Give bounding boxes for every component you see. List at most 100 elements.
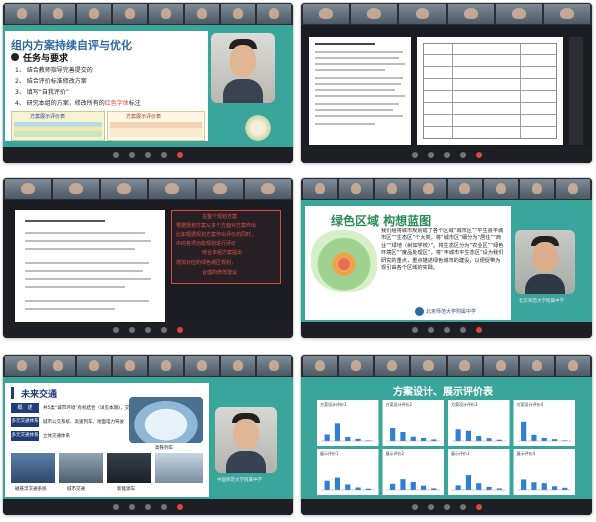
participant-thumbnail[interactable] <box>149 179 195 199</box>
participant-thumbnail[interactable] <box>185 356 219 376</box>
participant-thumbnail[interactable] <box>483 179 518 199</box>
participant-thumbnail[interactable] <box>519 356 554 376</box>
participant-thumbnail[interactable] <box>447 4 494 24</box>
participant-thumbnail-strip[interactable] <box>3 3 293 25</box>
participant-thumbnail[interactable] <box>303 4 350 24</box>
participant-thumbnail[interactable] <box>101 179 147 199</box>
mic-icon[interactable] <box>113 327 119 333</box>
participant-thumbnail[interactable] <box>5 4 39 24</box>
meeting-toolbar[interactable] <box>301 499 592 515</box>
camera-icon[interactable] <box>427 504 434 510</box>
share-icon[interactable] <box>443 152 450 158</box>
camera-icon[interactable] <box>427 327 434 333</box>
doc-text-line <box>315 77 403 79</box>
task-item-3: 3、 填写“自我评价” <box>15 89 69 96</box>
participant-thumbnail[interactable] <box>351 4 398 24</box>
participant-thumbnail[interactable] <box>113 356 147 376</box>
participant-thumbnail[interactable] <box>555 179 590 199</box>
participant-thumbnail[interactable] <box>339 356 374 376</box>
mic-icon[interactable] <box>411 152 418 158</box>
participant-thumbnail[interactable] <box>185 4 219 24</box>
doc-text-line <box>25 232 145 234</box>
participant-thumbnail[interactable] <box>375 356 410 376</box>
participant-thumbnail[interactable] <box>411 179 446 199</box>
participant-thumbnail[interactable] <box>77 4 111 24</box>
participant-thumbnail[interactable] <box>221 356 255 376</box>
participant-thumbnail[interactable] <box>41 356 75 376</box>
camera-icon[interactable] <box>129 152 135 158</box>
chat-icon[interactable] <box>161 327 167 333</box>
participant-thumbnail-strip[interactable] <box>301 355 592 377</box>
participant-thumbnail-strip[interactable] <box>301 178 592 200</box>
chat-icon[interactable] <box>459 504 466 510</box>
participant-thumbnail[interactable] <box>495 4 542 24</box>
participant-thumbnail[interactable] <box>303 356 338 376</box>
mic-icon[interactable] <box>113 504 119 510</box>
participant-thumbnail[interactable] <box>113 4 147 24</box>
chat-icon[interactable] <box>459 152 466 158</box>
camera-icon[interactable] <box>129 327 135 333</box>
participant-thumbnail[interactable] <box>519 179 554 199</box>
participant-thumbnail[interactable] <box>197 179 243 199</box>
participant-thumbnail[interactable] <box>245 179 291 199</box>
participant-thumbnail[interactable] <box>221 4 255 24</box>
participant-thumbnail-strip[interactable] <box>3 355 293 377</box>
participant-thumbnail[interactable] <box>257 356 291 376</box>
share-icon[interactable] <box>145 504 151 510</box>
participant-thumbnail-strip[interactable] <box>3 178 293 200</box>
participant-thumbnail[interactable] <box>149 356 183 376</box>
meeting-toolbar[interactable] <box>3 499 293 515</box>
participant-thumbnail[interactable] <box>77 356 111 376</box>
participant-thumbnail[interactable] <box>483 356 518 376</box>
chat-icon[interactable] <box>161 152 167 158</box>
participant-thumbnail[interactable] <box>53 179 99 199</box>
participant-thumbnail[interactable] <box>555 356 590 376</box>
participant-thumbnail[interactable] <box>543 4 591 24</box>
end-call-icon[interactable] <box>475 504 482 510</box>
chart-caption: 展示评价4 <box>517 450 536 456</box>
meeting-toolbar[interactable] <box>301 147 592 163</box>
share-icon[interactable] <box>145 327 151 333</box>
meeting-background: 组内方案持续自评与优化 任务与要求 1、 结合教师指导完善提交的 2、 结合评价… <box>3 25 293 147</box>
document-scrollbar[interactable] <box>569 37 583 145</box>
image-caption-3: 城市交通 <box>67 487 85 492</box>
camera-icon[interactable] <box>129 504 135 510</box>
meeting-toolbar[interactable] <box>301 322 592 338</box>
mic-icon[interactable] <box>411 327 418 333</box>
participant-thumbnail[interactable] <box>41 4 75 24</box>
doc-text-line <box>25 270 143 272</box>
end-call-icon[interactable] <box>475 152 482 158</box>
participant-thumbnail[interactable] <box>257 4 291 24</box>
participant-thumbnail-strip[interactable] <box>301 3 592 25</box>
presenter-video[interactable] <box>515 230 575 294</box>
share-icon[interactable] <box>145 152 151 158</box>
participant-thumbnail[interactable] <box>375 179 410 199</box>
presenter-video[interactable] <box>215 407 277 473</box>
chat-icon[interactable] <box>161 504 167 510</box>
camera-icon[interactable] <box>427 152 434 158</box>
info-row-1: 概 述 共5类“城市环境”有机结合（详见本期》，交通网络 <box>11 403 143 413</box>
end-call-icon[interactable] <box>177 327 183 333</box>
chat-icon[interactable] <box>459 327 466 333</box>
end-call-icon[interactable] <box>475 327 482 333</box>
meeting-toolbar[interactable] <box>3 322 293 338</box>
meeting-toolbar[interactable] <box>3 147 293 163</box>
share-icon[interactable] <box>443 327 450 333</box>
mic-icon[interactable] <box>113 152 119 158</box>
participant-thumbnail[interactable] <box>339 179 374 199</box>
share-icon[interactable] <box>443 504 450 510</box>
presenter-video[interactable] <box>211 33 275 103</box>
participant-thumbnail[interactable] <box>447 356 482 376</box>
end-call-icon[interactable] <box>177 504 183 510</box>
participant-thumbnail[interactable] <box>411 356 446 376</box>
mic-icon[interactable] <box>411 504 418 510</box>
participant-thumbnail[interactable] <box>399 4 446 24</box>
shared-document-right <box>417 37 563 145</box>
participant-thumbnail[interactable] <box>149 4 183 24</box>
end-call-icon[interactable] <box>177 152 183 158</box>
participant-thumbnail[interactable] <box>303 179 338 199</box>
participant-thumbnail[interactable] <box>447 179 482 199</box>
participant-thumbnail[interactable] <box>5 356 39 376</box>
doc-text-line <box>315 83 401 85</box>
participant-thumbnail[interactable] <box>5 179 51 199</box>
